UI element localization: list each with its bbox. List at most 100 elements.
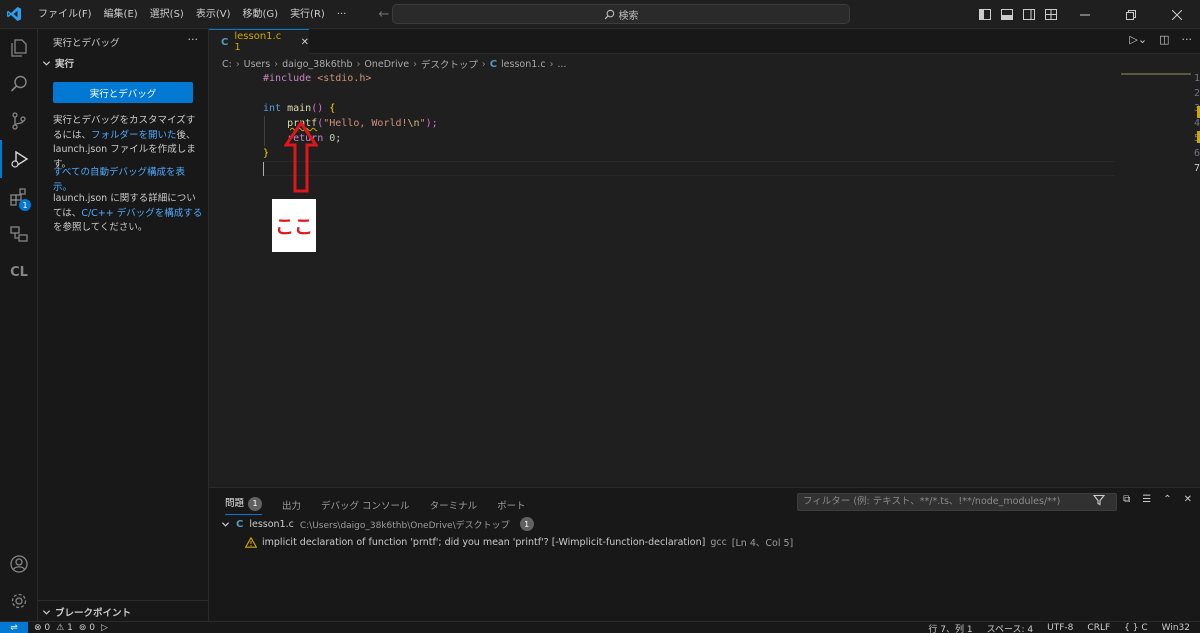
menu-file[interactable]: ファイル(F) — [32, 0, 98, 29]
source-control-icon[interactable] — [0, 102, 38, 140]
tab-problems[interactable]: 問題 1 — [225, 495, 263, 515]
status-left: ⊗ 0 ⚠ 1 ⊚ 0 ▷ — [34, 622, 108, 633]
run-and-debug-button[interactable]: 実行とデバッグ — [53, 82, 193, 103]
tab-ports[interactable]: ポート — [497, 498, 526, 512]
cpp-configuration[interactable]: Win32 — [1162, 623, 1190, 633]
search-icon — [604, 9, 614, 19]
chevron-down-icon — [42, 60, 51, 66]
command-center-search[interactable]: 検索 — [392, 4, 850, 24]
cursor-position[interactable]: 行 7、列 1 — [928, 622, 972, 633]
toggle-secondary-sidebar-icon[interactable] — [1018, 0, 1040, 29]
breadcrumb-item[interactable]: C: — [222, 59, 232, 70]
explorer-icon[interactable] — [0, 29, 38, 67]
filter-icon[interactable] — [1093, 494, 1105, 506]
toggle-panel-icon[interactable] — [996, 0, 1018, 29]
annotation-label: ここ — [272, 199, 316, 252]
ports-indicator[interactable]: ⊚ 0 — [79, 623, 95, 633]
remote-indicator-icon[interactable]: ⇌ — [0, 622, 28, 633]
open-folder-link[interactable]: フォルダーを開いた — [91, 130, 177, 141]
title-bar-controls — [974, 0, 1200, 29]
line-number: 6 — [1193, 148, 1200, 159]
line-number: 2 — [1193, 88, 1200, 99]
back-arrow-icon[interactable]: ← — [378, 7, 389, 22]
menu-run[interactable]: 実行(R) — [284, 0, 331, 29]
close-tab-icon[interactable]: ✕ — [301, 37, 309, 48]
sidebar-more-actions[interactable]: ··· — [188, 33, 199, 46]
breakpoints-section-header[interactable]: ブレークポイント — [42, 605, 131, 619]
problem-location: [Ln 4、Col 5] — [731, 538, 794, 549]
more-actions-icon[interactable]: ··· — [1182, 33, 1193, 46]
menu-view[interactable]: 表示(V) — [190, 0, 237, 29]
run-file-icon[interactable]: ▷⌄ — [1129, 33, 1147, 46]
collapse-all-icon[interactable]: ⧉ — [1123, 494, 1130, 505]
problem-item[interactable]: implicit declaration of function 'prntf'… — [245, 535, 793, 549]
line-number: 5 — [1160, 131, 1200, 146]
show-auto-debug-link[interactable]: すべての自動デバッグ構成を表示。 — [53, 166, 203, 195]
problem-file-name: lesson1.c — [249, 518, 294, 530]
menu-bar: ファイル(F) 編集(E) 選択(S) 表示(V) 移動(G) 実行(R) ··… — [32, 0, 352, 29]
cl-label: CL — [10, 264, 28, 280]
maximize-panel-icon[interactable]: ⌃ — [1163, 494, 1171, 505]
bottom-panel: 問題 1 出力 デバッグ コンソール ターミナル ポート フィルター (例: テキ… — [209, 487, 1200, 621]
menu-edit[interactable]: 編集(E) — [98, 0, 144, 29]
restore-button[interactable] — [1108, 0, 1154, 29]
errors-indicator[interactable]: ⊗ 0 — [34, 623, 50, 633]
run-and-debug-icon[interactable] — [0, 140, 38, 178]
breadcrumb-item[interactable]: デスクトップ — [421, 57, 478, 71]
breadcrumb-item[interactable]: daigo_38k6thb — [282, 59, 353, 70]
c-file-icon: C — [236, 518, 244, 530]
problems-filter-input[interactable]: フィルター (例: テキスト、**/*.ts、!**/node_modules/… — [797, 493, 1117, 511]
sidebar-divider — [38, 600, 208, 601]
code-editor[interactable]: 1 2 3 4 5 6 7 #include <stdio.h> int mai… — [209, 71, 1200, 487]
close-window-button[interactable] — [1154, 0, 1200, 29]
breadcrumb-item[interactable]: lesson1.c — [501, 59, 546, 70]
breadcrumb-item[interactable]: Users — [244, 59, 271, 70]
menu-more[interactable]: ··· — [331, 0, 353, 29]
accounts-icon[interactable] — [0, 545, 38, 583]
tab-debug-console[interactable]: デバッグ コンソール — [321, 498, 410, 512]
text-cursor — [263, 162, 264, 176]
activity-bar: 1 CL — [0, 29, 38, 621]
menu-go[interactable]: 移動(G) — [237, 0, 285, 29]
run-section-header[interactable]: 実行 — [42, 56, 74, 70]
breadcrumb: C: › Users › daigo_38k6thb › OneDrive › デスクト… — [222, 57, 567, 72]
editor-tab-bar: C lesson1.c 1 ✕ ▷⌄ ◫ ··· — [209, 29, 1200, 54]
extensions-icon[interactable]: 1 — [0, 178, 38, 216]
line-number: 7 — [1193, 163, 1200, 174]
tab-lesson1-c[interactable]: C lesson1.c 1 ✕ — [209, 29, 309, 54]
search-view-icon[interactable] — [0, 65, 38, 103]
debug-launch-icon[interactable]: ▷ — [101, 623, 108, 633]
tab-output[interactable]: 出力 — [282, 498, 301, 512]
menu-selection[interactable]: 選択(S) — [144, 0, 190, 29]
title-bar: ファイル(F) 編集(E) 選択(S) 表示(V) 移動(G) 実行(R) ··… — [0, 0, 1200, 29]
line-number: 3 — [1160, 101, 1200, 116]
c-file-icon: C — [221, 36, 229, 48]
minimize-button[interactable] — [1062, 0, 1108, 29]
split-editor-icon[interactable]: ◫ — [1159, 33, 1169, 46]
language-mode[interactable]: { } C — [1124, 623, 1148, 633]
code-line-6: } — [263, 148, 270, 159]
problem-message: implicit declaration of function 'prntf'… — [262, 536, 706, 548]
cl-extension-icon[interactable]: CL — [0, 253, 38, 291]
code-line-3: int main() { — [263, 103, 336, 114]
end-of-line[interactable]: CRLF — [1087, 623, 1110, 633]
tab-terminal[interactable]: ターミナル — [430, 498, 478, 512]
problem-file-row[interactable]: C lesson1.c C:\Users\daigo_38k6thb\OneDr… — [221, 517, 534, 531]
close-panel-icon[interactable]: ✕ — [1184, 494, 1192, 505]
breadcrumb-item[interactable]: ... — [557, 59, 566, 70]
breadcrumb-item[interactable]: OneDrive — [364, 59, 409, 70]
encoding[interactable]: UTF-8 — [1047, 623, 1073, 633]
indentation[interactable]: スペース: 4 — [987, 622, 1034, 633]
chevron-down-icon — [221, 521, 230, 527]
settings-gear-icon[interactable] — [0, 582, 38, 620]
problem-file-path: C:\Users\daigo_38k6thb\OneDrive\デスクトップ — [299, 520, 510, 531]
customize-layout-icon[interactable] — [1040, 0, 1062, 29]
status-bar: ⇌ ⊗ 0 ⚠ 1 ⊚ 0 ▷ 行 7、列 1 スペース: 4 UTF-8 CR… — [0, 621, 1200, 633]
configure-cpp-debugging-link[interactable]: C/C++ デバッグを構成する — [81, 208, 202, 219]
toggle-primary-sidebar-icon[interactable] — [974, 0, 996, 29]
editor-actions: ▷⌄ ◫ ··· — [1129, 33, 1192, 46]
minimap[interactable] — [1121, 73, 1191, 75]
view-as-list-icon[interactable]: ☰ — [1142, 494, 1151, 505]
warnings-indicator[interactable]: ⚠ 1 — [56, 623, 73, 633]
remote-explorer-icon[interactable] — [0, 215, 38, 253]
